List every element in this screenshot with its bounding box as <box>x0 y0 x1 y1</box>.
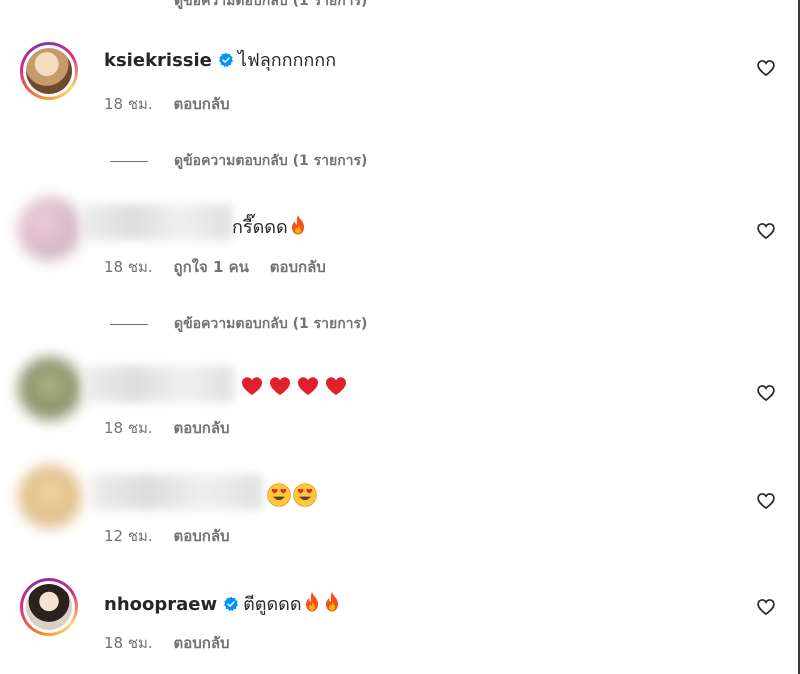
blurred-username <box>84 366 234 402</box>
avatar[interactable] <box>18 465 82 529</box>
comment-meta: 18 ชม. ตอบกลับ <box>104 631 246 655</box>
avatar[interactable] <box>18 357 82 421</box>
avatar[interactable] <box>20 578 78 636</box>
story-ring <box>20 578 78 636</box>
verified-badge-icon <box>218 52 234 74</box>
heart-eyes-emoji-icon <box>292 482 318 514</box>
view-replies-label: ดูข้อความตอบกลับ (1 รายการ) <box>174 316 368 332</box>
reply-button[interactable]: ตอบกลับ <box>173 527 229 545</box>
comment-meta: 18 ชม. ตอบกลับ <box>104 92 246 116</box>
like-heart-icon[interactable] <box>756 221 776 241</box>
comment-meta: 18 ชม. ถูกใจ 1 คน ตอบกลับ <box>104 255 342 279</box>
view-replies-button[interactable]: ดูข้อความตอบกลับ (1 รายการ) <box>110 150 367 172</box>
comment-text: ไฟลุกกกกกก <box>237 50 337 71</box>
view-replies-label: ดูข้อความตอบกลับ (1 รายการ) <box>174 153 368 169</box>
comment-text: กรี๊ดดด <box>232 217 288 238</box>
view-replies-previous[interactable]: ดูข้อความตอบกลับ (1 รายการ) <box>174 0 367 12</box>
comment-username[interactable]: ksiekrissie <box>104 50 212 71</box>
story-ring <box>20 42 78 100</box>
like-heart-icon[interactable] <box>756 58 776 78</box>
reply-button[interactable]: ตอบกลับ <box>173 95 229 113</box>
red-heart-emoji-icon <box>294 374 322 404</box>
comment-time: 18 ชม. <box>104 95 153 113</box>
likes-count[interactable]: ถูกใจ 1 คน <box>173 258 248 276</box>
comment-body: ksiekrissie ไฟลุกกกกกก <box>104 50 336 74</box>
like-heart-icon[interactable] <box>756 491 776 511</box>
comment-username[interactable]: nhoopraew <box>104 594 217 615</box>
like-heart-icon[interactable] <box>756 597 776 617</box>
comment-time: 18 ชม. <box>104 634 153 652</box>
fire-emoji-icon <box>288 214 308 242</box>
comment-meta: 12 ชม. ตอบกลับ <box>104 524 246 548</box>
red-heart-emoji-icon <box>322 374 350 404</box>
blurred-username <box>90 474 262 510</box>
reply-button[interactable]: ตอบกลับ <box>270 258 326 276</box>
comment-body <box>266 482 318 514</box>
comment-time: 18 ชม. <box>104 258 153 276</box>
reply-button[interactable]: ตอบกลับ <box>173 634 229 652</box>
comment-body <box>238 374 350 404</box>
comment-time: 18 ชม. <box>104 419 153 437</box>
avatar[interactable] <box>18 197 82 261</box>
fire-emoji-icon <box>322 591 342 619</box>
comment-text: ตีตูดดด <box>243 594 302 615</box>
divider-dash <box>110 323 148 325</box>
like-heart-icon[interactable] <box>756 383 776 403</box>
view-replies-button[interactable]: ดูข้อความตอบกลับ (1 รายการ) <box>110 313 367 335</box>
verified-badge-icon <box>223 596 239 618</box>
comment-meta: 18 ชม. ตอบกลับ <box>104 416 246 440</box>
blurred-username <box>82 204 232 240</box>
comment-time: 12 ชม. <box>104 527 153 545</box>
comment-body: nhoopraew ตีตูดดด <box>104 591 342 619</box>
reply-button[interactable]: ตอบกลับ <box>173 419 229 437</box>
heart-eyes-emoji-icon <box>266 482 292 514</box>
red-heart-emoji-icon <box>238 374 266 404</box>
divider-dash <box>110 160 148 162</box>
fire-emoji-icon <box>302 591 322 619</box>
avatar[interactable] <box>20 42 78 100</box>
red-heart-emoji-icon <box>266 374 294 404</box>
comment-body: กรี๊ดดด <box>232 214 308 242</box>
